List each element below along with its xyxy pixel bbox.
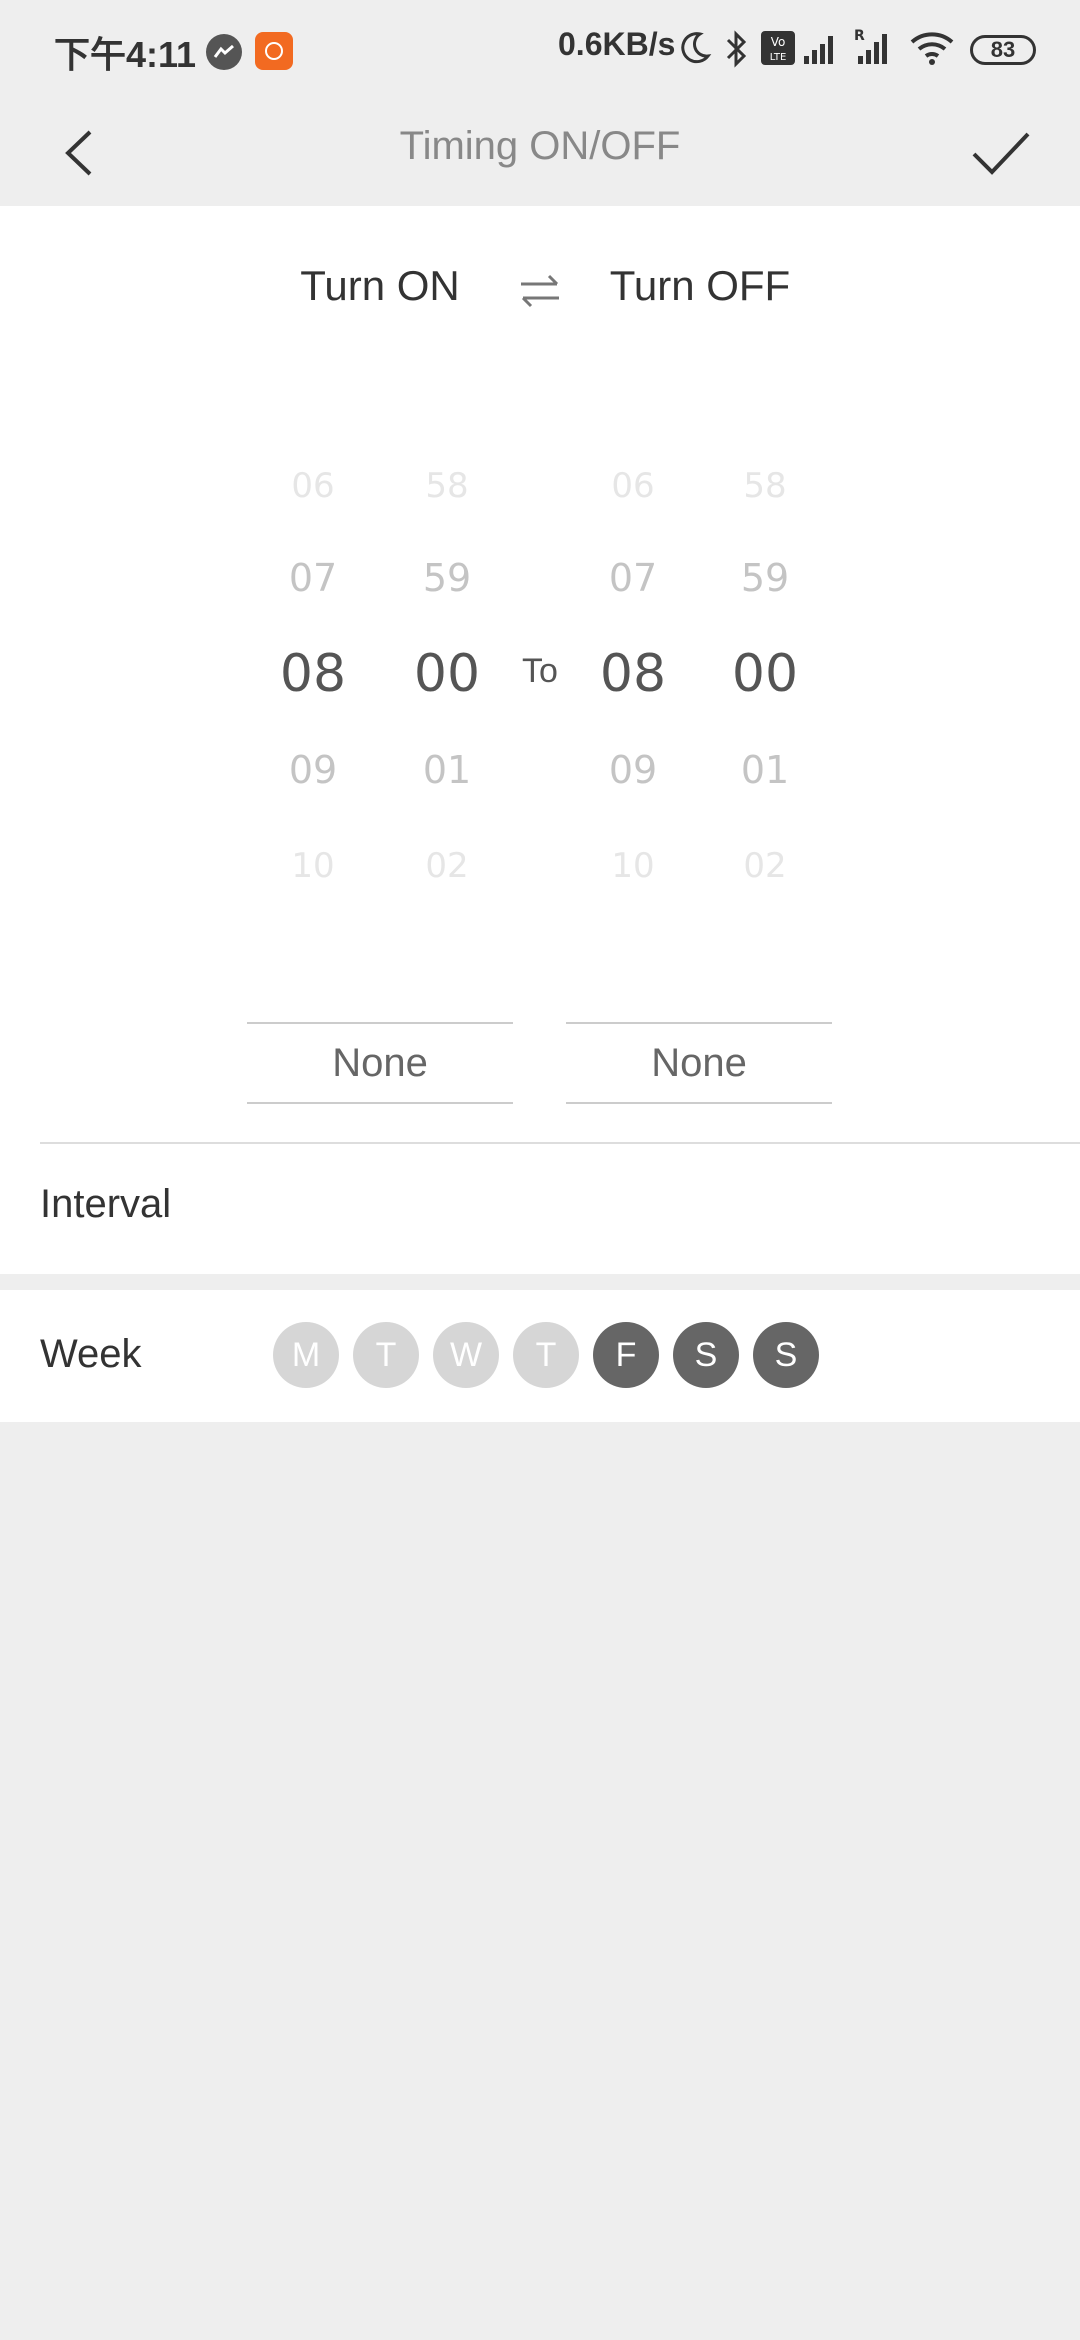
off-minute-picker[interactable]: 58 59 00 01 02 xyxy=(705,456,825,886)
app-notification-icon xyxy=(255,32,293,70)
picker-item: 01 xyxy=(740,748,790,792)
week-label: Week xyxy=(40,1332,142,1376)
day-toggle-saturday[interactable]: S xyxy=(673,1322,739,1388)
picker-item: 10 xyxy=(291,846,335,886)
volte-icon: Vo LTE xyxy=(760,30,796,71)
bluetooth-icon xyxy=(724,30,750,73)
roaming-signal-icon: R xyxy=(852,26,896,71)
off-hour-picker[interactable]: 06 07 08 09 10 xyxy=(573,456,693,886)
turn-on-tab[interactable]: Turn ON xyxy=(280,262,480,310)
picker-item: 02 xyxy=(425,846,469,886)
picker-item: 02 xyxy=(743,846,787,886)
timing-card: Turn ON Turn OFF 06 07 08 09 10 58 59 00… xyxy=(0,206,1080,1274)
picker-item: 09 xyxy=(288,748,338,792)
picker-item: 09 xyxy=(608,748,658,792)
picker-item: 06 xyxy=(291,466,335,506)
day-toggle-monday[interactable]: M xyxy=(273,1322,339,1388)
picker-item: 58 xyxy=(743,466,787,506)
picker-item: 07 xyxy=(288,556,338,600)
picker-item: 07 xyxy=(608,556,658,600)
day-toggle-tuesday[interactable]: T xyxy=(353,1322,419,1388)
off-action-select[interactable]: None xyxy=(566,1022,832,1104)
signal-icon xyxy=(802,30,840,71)
interval-row[interactable]: Interval xyxy=(40,1182,171,1227)
day-toggle-friday[interactable]: F xyxy=(593,1322,659,1388)
network-speed: 0.6KB/s xyxy=(558,26,676,62)
day-toggle-thursday[interactable]: T xyxy=(513,1322,579,1388)
on-minute-picker[interactable]: 58 59 00 01 02 xyxy=(387,456,507,886)
picker-selected: 00 xyxy=(413,644,481,704)
picker-item: 10 xyxy=(611,846,655,886)
picker-item: 01 xyxy=(422,748,472,792)
app-bar: Timing ON/OFF xyxy=(0,100,1080,206)
picker-selected: 00 xyxy=(731,644,799,704)
on-hour-picker[interactable]: 06 07 08 09 10 xyxy=(253,456,373,886)
on-action-select[interactable]: None xyxy=(247,1022,513,1104)
day-toggle-sunday[interactable]: S xyxy=(753,1322,819,1388)
svg-text:Vo: Vo xyxy=(771,35,786,49)
wifi-icon xyxy=(910,30,954,71)
picker-item: 06 xyxy=(611,466,655,506)
checkmark-icon xyxy=(972,132,1030,175)
picker-selected: 08 xyxy=(599,644,667,704)
status-time: 下午4:11 xyxy=(54,34,197,75)
messenger-icon xyxy=(206,34,242,70)
confirm-button[interactable] xyxy=(966,120,1036,186)
svg-text:LTE: LTE xyxy=(770,52,787,63)
picker-item: 59 xyxy=(422,556,472,600)
turn-off-tab[interactable]: Turn OFF xyxy=(600,262,800,310)
moon-icon xyxy=(678,30,712,71)
swap-arrows-icon[interactable] xyxy=(515,266,565,316)
svg-text:R: R xyxy=(854,28,865,44)
battery-icon: 83 xyxy=(970,35,1036,65)
picker-item: 59 xyxy=(740,556,790,600)
page-title: Timing ON/OFF xyxy=(399,124,681,168)
picker-selected: 08 xyxy=(279,644,347,704)
picker-item: 58 xyxy=(425,466,469,506)
to-label: To xyxy=(522,652,558,690)
week-row: Week M T W T F S S xyxy=(0,1290,1080,1422)
status-bar: 下午4:11 0.6KB/s Vo LTE R 83 xyxy=(0,0,1080,100)
day-toggle-wednesday[interactable]: W xyxy=(433,1322,499,1388)
divider xyxy=(40,1142,1080,1144)
